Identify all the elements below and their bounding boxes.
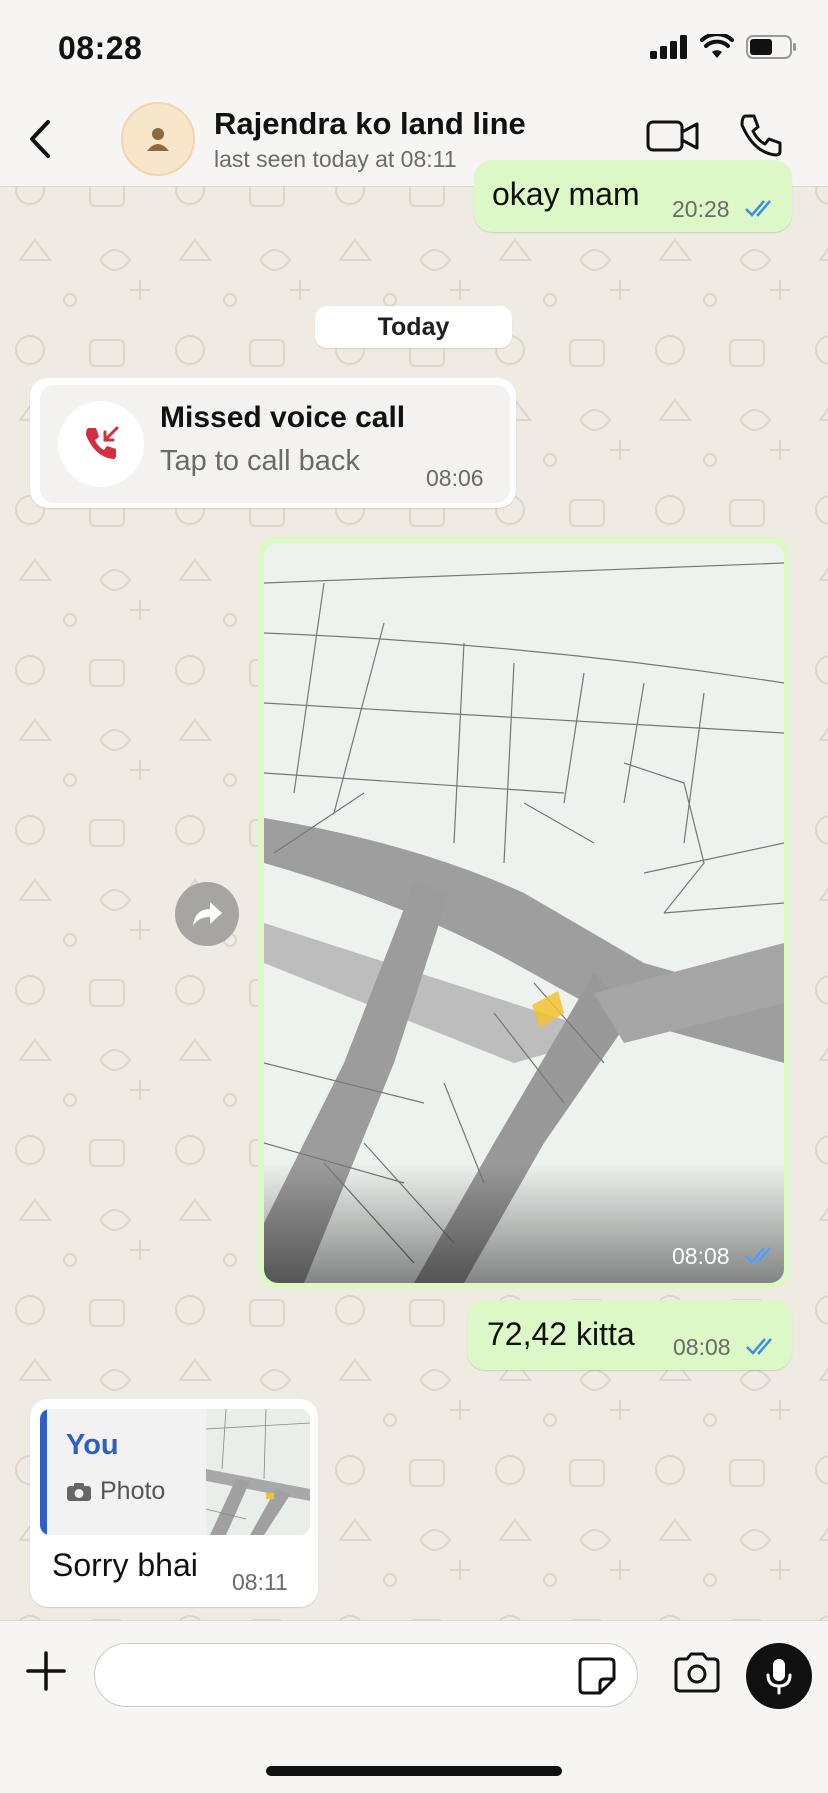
- missed-call-message[interactable]: Missed voice call Tap to call back 08:06: [30, 378, 516, 508]
- missed-call-title: Missed voice call: [160, 401, 406, 434]
- avatar-person-icon: [147, 128, 169, 151]
- message-time: 08:08: [672, 1243, 730, 1269]
- forward-button[interactable]: [175, 882, 239, 946]
- camera-icon[interactable]: [672, 1651, 722, 1695]
- message-input[interactable]: [94, 1643, 638, 1707]
- avatar[interactable]: [121, 102, 195, 176]
- quote-thumbnail: [205, 1409, 310, 1535]
- sticker-icon[interactable]: [576, 1655, 618, 1697]
- missed-call-icon-circle: [58, 401, 144, 487]
- contact-name[interactable]: Rajendra ko land line: [214, 106, 526, 142]
- back-icon[interactable]: [20, 114, 70, 164]
- message-time: 20:28: [672, 196, 730, 222]
- cadastral-map-image: [264, 543, 784, 1283]
- message-bubble-outgoing[interactable]: okay mam 20:28: [474, 160, 792, 232]
- status-time: 08:28: [58, 30, 143, 66]
- read-ticks-icon: [746, 1338, 772, 1355]
- missed-call-card[interactable]: Missed voice call Tap to call back 08:06: [40, 385, 510, 503]
- message-time: 08:08: [673, 1334, 731, 1360]
- read-ticks-icon: [745, 1247, 771, 1264]
- wifi-icon: [700, 34, 734, 58]
- date-separator: Today: [315, 306, 512, 348]
- forward-icon: [193, 902, 222, 926]
- plus-icon[interactable]: [24, 1649, 68, 1693]
- reply-message[interactable]: You Photo Sorry bhai 08:11: [30, 1399, 318, 1607]
- last-seen-status: last seen today at 08:11: [214, 146, 457, 172]
- home-indicator[interactable]: [266, 1766, 562, 1776]
- quoted-message[interactable]: You Photo: [40, 1409, 310, 1535]
- message-text: Sorry bhai: [52, 1547, 198, 1583]
- message-text: okay mam: [492, 176, 640, 212]
- message-bubble-outgoing[interactable]: 72,42 kitta 08:08: [467, 1300, 792, 1370]
- signal-icon: [650, 35, 687, 59]
- status-icons: [650, 34, 798, 60]
- video-call-icon[interactable]: [645, 110, 701, 162]
- call-back-text[interactable]: Tap to call back: [160, 445, 360, 478]
- voice-call-icon[interactable]: [734, 110, 786, 162]
- message-text: 72,42 kitta: [487, 1316, 635, 1352]
- voice-record-button[interactable]: [746, 1643, 812, 1709]
- camera-small-icon: [67, 1482, 91, 1501]
- message-time: 08:06: [426, 465, 484, 491]
- missed-call-icon: [86, 426, 119, 459]
- quote-type: Photo: [66, 1477, 165, 1506]
- land-map-photo[interactable]: 08:08: [264, 543, 784, 1283]
- quote-sender: You: [66, 1429, 119, 1461]
- message-time: 08:11: [232, 1569, 288, 1595]
- quote-accent-bar: [40, 1409, 47, 1535]
- image-message[interactable]: 08:08: [258, 537, 790, 1289]
- read-ticks-icon: [745, 200, 771, 217]
- status-bar: 08:28: [0, 0, 828, 96]
- quote-type-label: Photo: [100, 1477, 166, 1505]
- microphone-icon: [766, 1659, 792, 1695]
- battery-icon: [746, 35, 796, 59]
